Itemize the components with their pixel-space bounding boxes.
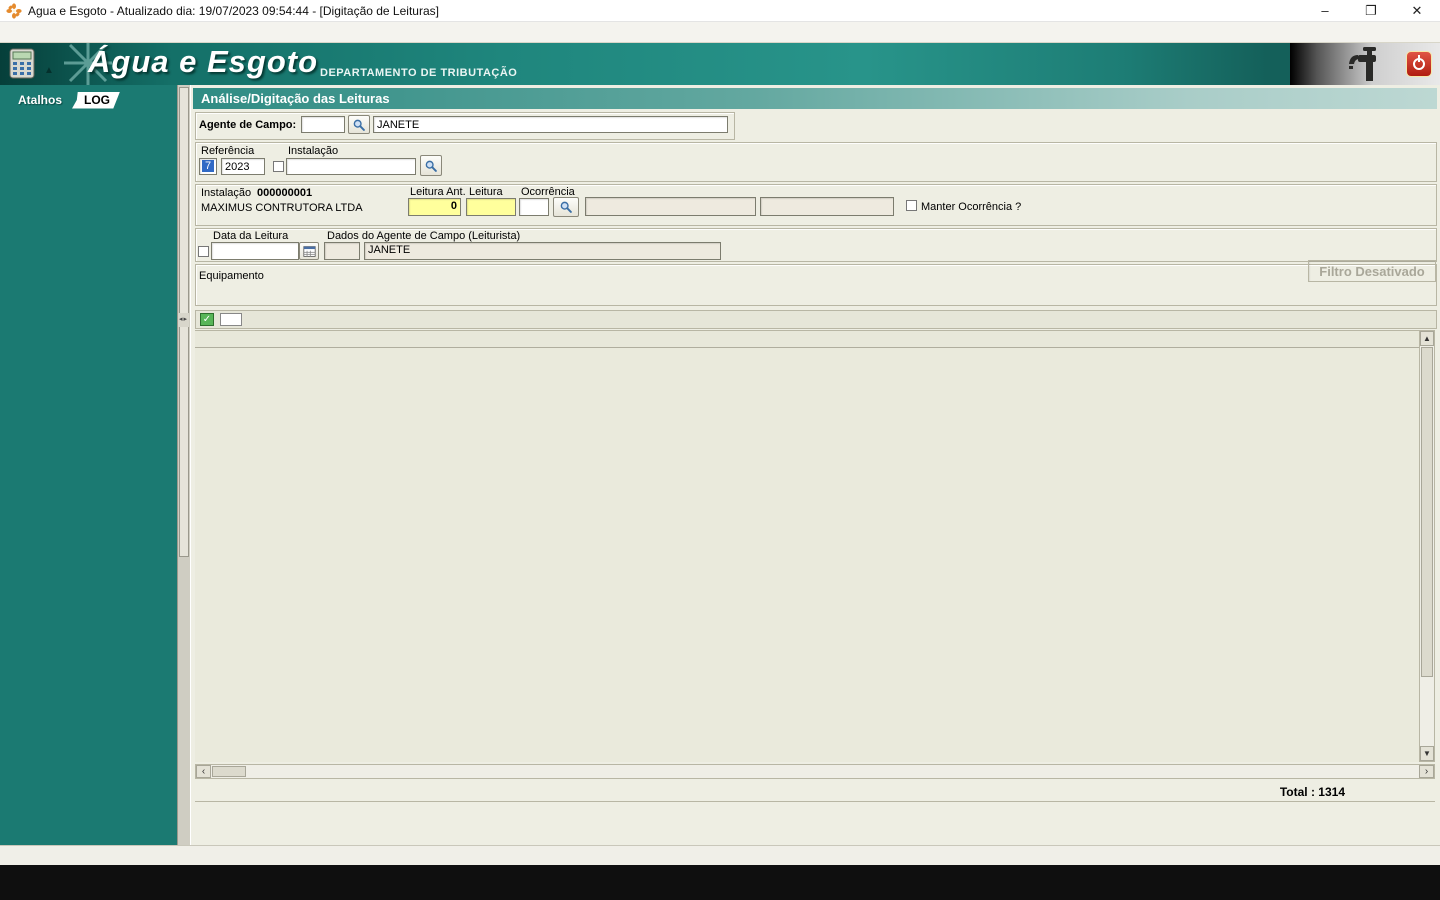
scroll-left-button[interactable]: ‹: [196, 765, 211, 778]
power-icon: [1413, 58, 1425, 70]
table-header: [195, 330, 1419, 348]
total-label: Total : 1314: [1280, 785, 1345, 799]
power-button[interactable]: [1406, 51, 1432, 77]
ocorrencia-desc2-field: [760, 197, 894, 216]
minimize-button[interactable]: –: [1302, 0, 1348, 22]
leitura-ant-label: Leitura Ant.: [410, 186, 466, 198]
leitura-ant-field[interactable]: 0: [408, 198, 461, 216]
referencia-label: Referência: [201, 145, 254, 157]
ocorrencia-desc1-field: [585, 197, 756, 216]
log-badge[interactable]: LOG: [72, 92, 120, 109]
agente-campo-code-input[interactable]: [301, 116, 345, 133]
referencia-checkbox[interactable]: [273, 161, 284, 172]
status-bar: [0, 845, 1440, 865]
manter-ocorrencia-label: Manter Ocorrência ?: [921, 201, 1021, 213]
leiturista-code-field: [324, 242, 360, 260]
sidebar-splitter[interactable]: ◂▸: [178, 313, 189, 327]
total-row: Total : 1314: [195, 782, 1435, 802]
select-all-box[interactable]: [220, 313, 242, 326]
instalacao-search-button[interactable]: [420, 155, 442, 176]
referencia-year-field[interactable]: [221, 158, 265, 175]
window-title: Agua e Esgoto - Atualizado dia: 19/07/20…: [28, 4, 439, 18]
leiturista-name-field: JANETE: [364, 242, 721, 260]
manter-ocorrencia-checkbox[interactable]: [906, 200, 917, 211]
referencia-month-field[interactable]: 7: [199, 158, 217, 175]
installation-code: 000000001: [257, 187, 312, 199]
agente-leiturista-label: Dados do Agente de Campo (Leiturista): [327, 230, 520, 242]
restore-button[interactable]: ❐: [1348, 0, 1394, 22]
banner-caret-icon: ▲: [44, 65, 54, 76]
app-icon: [6, 3, 22, 19]
app-banner: ▲ Água e Esgoto DEPARTAMENTO DE TRIBUTAÇ…: [0, 43, 1440, 85]
horizontal-scrollbar[interactable]: ‹ ›: [195, 764, 1435, 779]
agente-campo-search-button[interactable]: [348, 115, 370, 134]
filtro-desativado-label: Filtro Desativado: [1308, 260, 1436, 282]
ocorrencia-search-button[interactable]: [553, 197, 579, 217]
close-button[interactable]: ✕: [1394, 0, 1440, 22]
hscroll-thumb[interactable]: [212, 766, 246, 777]
agente-campo-label: Agente de Campo:: [199, 119, 296, 131]
page-title: Análise/Digitação das Leituras: [193, 88, 1437, 109]
data-leitura-label: Data da Leitura: [213, 230, 288, 242]
scroll-down-button[interactable]: ▼: [1420, 746, 1434, 761]
table-body: [195, 348, 1419, 762]
title-bar: Agua e Esgoto - Atualizado dia: 19/07/20…: [0, 0, 1440, 22]
main-panel: Análise/Digitação das Leituras Agente de…: [190, 85, 1440, 845]
legend-bar: ✓: [195, 310, 1437, 329]
calculator-icon[interactable]: [8, 48, 38, 80]
agente-campo-name-input[interactable]: [373, 116, 728, 133]
department-label: DEPARTAMENTO DE TRIBUTAÇÃO: [320, 67, 517, 79]
vscroll-thumb[interactable]: [1421, 347, 1433, 677]
vertical-scrollbar[interactable]: ▲ ▼: [1419, 330, 1435, 762]
faucet-photo-icon: [1340, 45, 1384, 85]
leitura-field[interactable]: [466, 198, 516, 216]
sidebar-scrollbar[interactable]: [177, 85, 190, 845]
taskbar: [0, 865, 1440, 900]
scroll-up-button[interactable]: ▲: [1420, 331, 1434, 346]
installation-label: Instalação: [201, 187, 251, 199]
ocorrencia-field[interactable]: [519, 198, 549, 216]
data-leitura-input[interactable]: [211, 242, 299, 260]
sidebar: Atalhos LOG ◂▸: [0, 85, 190, 845]
select-all-checkbox[interactable]: ✓: [200, 313, 214, 326]
installation-name: MAXIMUS CONTRUTORA LTDA: [201, 202, 363, 214]
shortcuts-label: Atalhos: [18, 93, 62, 107]
bottom-button-bar: [195, 807, 1435, 841]
scroll-right-button[interactable]: ›: [1419, 765, 1434, 778]
leitura-label: Leitura: [469, 186, 503, 198]
instalacao-search-label: Instalação: [288, 145, 338, 157]
brand-title: Água e Esgoto: [88, 44, 318, 80]
menu-bar: [0, 22, 1440, 43]
data-leitura-checkbox[interactable]: [198, 246, 209, 257]
instalacao-search-input[interactable]: [286, 158, 416, 175]
calendar-button[interactable]: [299, 242, 319, 260]
